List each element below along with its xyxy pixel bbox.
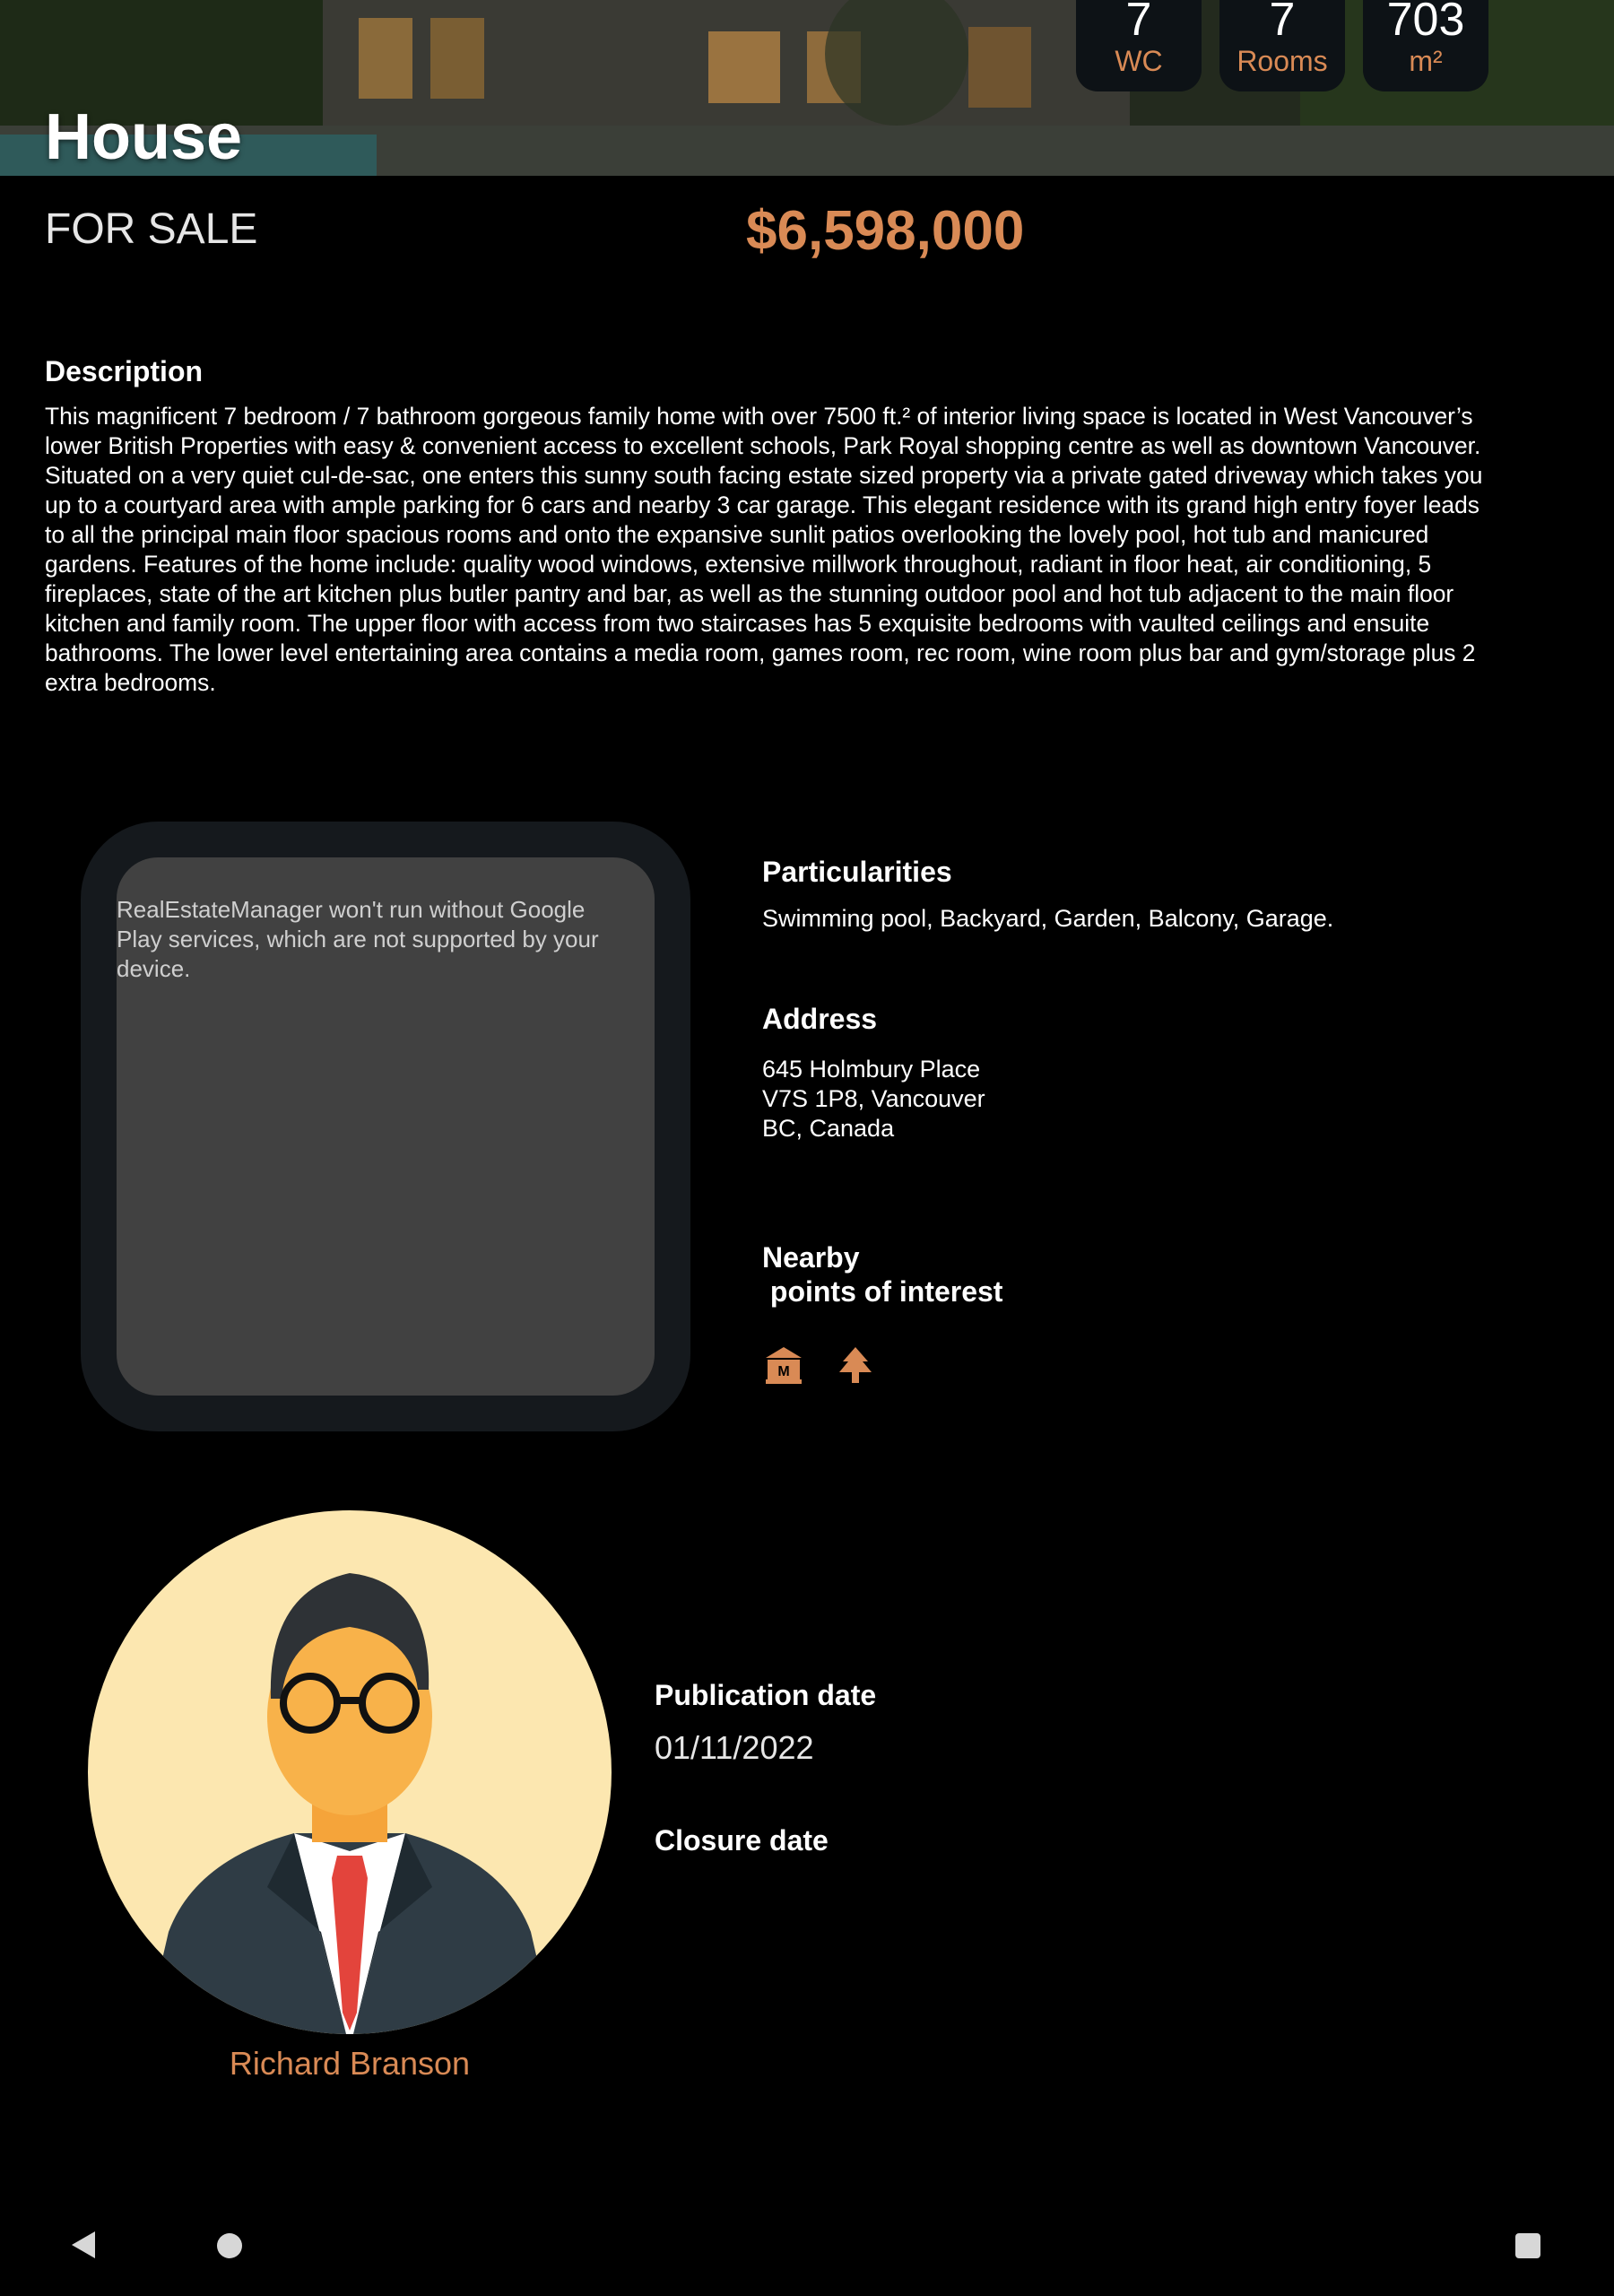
property-type-title: House <box>45 101 243 173</box>
address-line1: 645 Holmbury Place <box>762 1056 981 1083</box>
wc-count-badge: 7 WC <box>1076 0 1202 91</box>
particularities-title: Particularities <box>762 856 952 888</box>
closure-date-title: Closure date <box>655 1824 829 1857</box>
surface-unit-label: m² <box>1409 45 1443 77</box>
recents-nav-icon[interactable] <box>1514 2231 1542 2260</box>
map-view[interactable]: RealEstateManager won't run without Goog… <box>117 857 655 1396</box>
listing-price: $6,598,000 <box>746 200 1025 262</box>
publication-date-value: 01/11/2022 <box>655 1729 814 1766</box>
agent-avatar <box>88 1510 612 2034</box>
publication-date-title: Publication date <box>655 1679 877 1711</box>
wc-count-label: WC <box>1115 45 1163 77</box>
park-tree-icon[interactable] <box>836 1345 875 1385</box>
google-play-services-message: RealEstateManager won't run without Goog… <box>117 896 599 982</box>
surface-badge: 703 m² <box>1363 0 1488 91</box>
description-title: Description <box>45 355 204 387</box>
nearby-title-line1: Nearby <box>762 1241 860 1274</box>
rooms-count-badge: 7 Rooms <box>1219 0 1345 91</box>
rooms-count-label: Rooms <box>1237 45 1328 77</box>
nearby-title-line2: points of interest <box>762 1275 1003 1308</box>
home-nav-icon[interactable] <box>215 2231 244 2260</box>
address-title: Address <box>762 1003 878 1035</box>
address-line2: V7S 1P8, Vancouver <box>762 1085 985 1112</box>
address-line3: BC, Canada <box>762 1115 895 1142</box>
wc-count-value: 7 <box>1125 0 1152 46</box>
listing-status: FOR SALE <box>45 205 258 253</box>
museum-icon[interactable]: M <box>764 1345 803 1385</box>
agent-name[interactable]: Richard Branson <box>81 2045 619 2083</box>
particularities-text: Swimming pool, Backyard, Garden, Balcony… <box>762 905 1334 932</box>
map-card: RealEstateManager won't run without Goog… <box>81 822 690 1431</box>
description-text: This magnificent 7 bedroom / 7 bathroom … <box>45 403 1483 696</box>
surface-value: 703 <box>1386 0 1465 46</box>
svg-text:M: M <box>777 1364 789 1379</box>
rooms-count-value: 7 <box>1269 0 1296 46</box>
back-nav-icon[interactable] <box>68 2230 99 2260</box>
